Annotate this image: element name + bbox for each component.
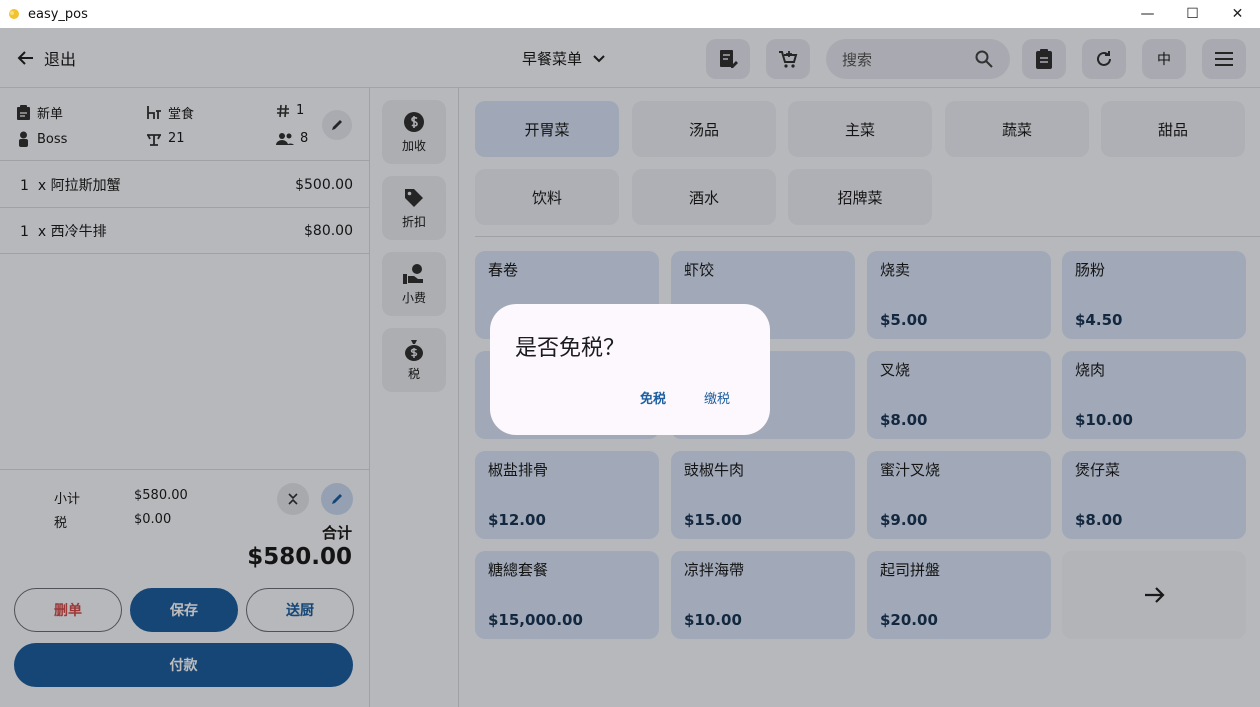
app-logo-icon [9, 9, 19, 19]
maximize-button[interactable]: ☐ [1170, 0, 1215, 28]
window-titlebar: easy_pos — ☐ ✕ [0, 0, 1260, 28]
exempt-tax-button[interactable]: 免税 [640, 388, 666, 407]
tax-exempt-dialog: 是否免税？ 免税 缴税 [490, 304, 770, 435]
minimize-button[interactable]: — [1125, 0, 1170, 28]
dialog-question: 是否免税？ [515, 336, 626, 361]
close-button[interactable]: ✕ [1215, 0, 1260, 28]
window-title: easy_pos [28, 6, 88, 22]
pay-tax-button[interactable]: 缴税 [704, 388, 730, 407]
